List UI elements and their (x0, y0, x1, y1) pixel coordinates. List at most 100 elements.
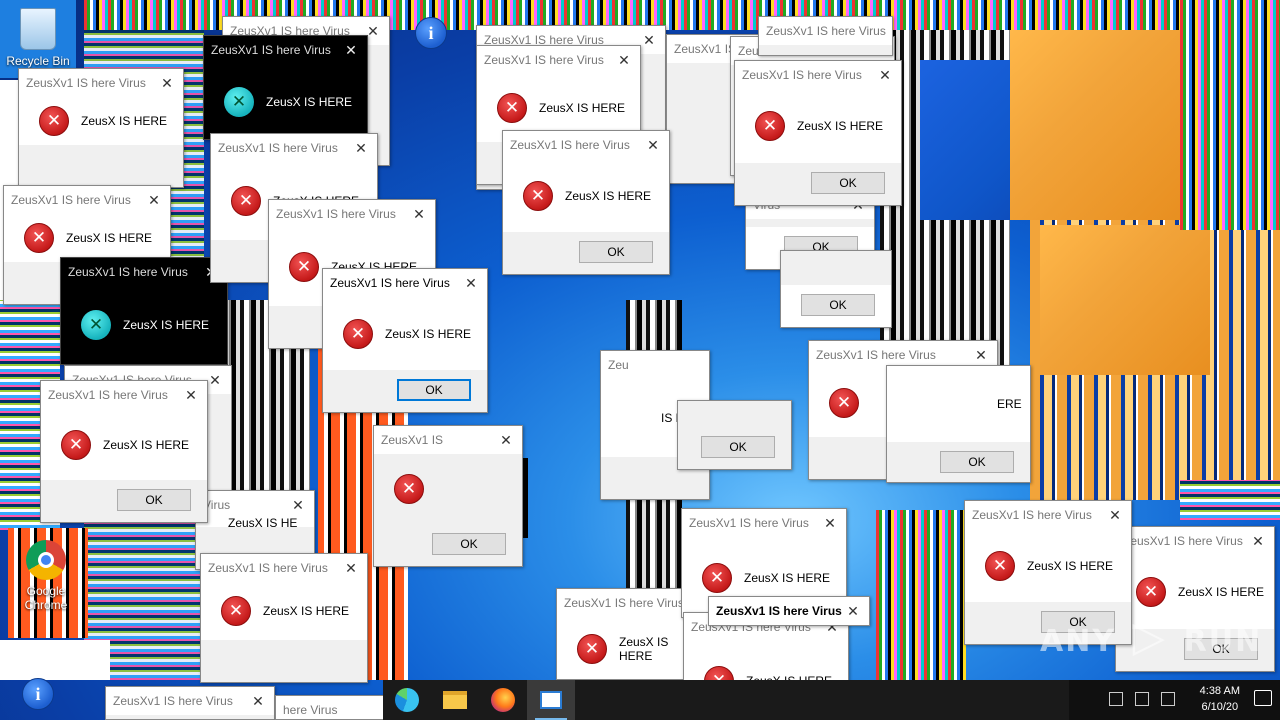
taskbar (383, 680, 1069, 720)
dialog-message: ZeusX IS HERE (66, 231, 153, 245)
error-icon: ✕ (755, 111, 785, 141)
dialog-message: ZeusX IS HERE (797, 119, 884, 133)
error-icon: ✕ (343, 318, 373, 349)
dialog-title: ZeusXv1 IS here Virus (742, 68, 862, 82)
close-icon[interactable]: ✕ (151, 69, 183, 97)
close-icon[interactable]: ✕ (282, 491, 314, 519)
close-icon[interactable]: ✕ (335, 554, 367, 582)
dialog-message: ZeusX IS HERE (123, 318, 210, 332)
close-icon[interactable]: ✕ (869, 61, 901, 89)
taskbar-file-explorer-button[interactable] (431, 680, 479, 720)
close-icon[interactable]: ✕ (455, 269, 487, 297)
dialog-message: ZeusX IS HERE (1178, 585, 1265, 599)
dialog-title: ZeusXv1 IS here Virus (48, 388, 168, 402)
error-icon: ✕ (577, 634, 607, 664)
error-icon: ✕ (829, 388, 859, 418)
ok-button[interactable]: OK (432, 533, 506, 555)
error-icon: ✕ (224, 86, 254, 117)
battery-icon[interactable] (1161, 692, 1175, 706)
error-icon: ✕ (523, 180, 553, 211)
glitch-artifact (1040, 225, 1210, 375)
dialog-title: ZeusXv1 IS here Virus (689, 516, 809, 530)
volume-icon[interactable] (1135, 692, 1149, 706)
close-icon[interactable]: ✕ (242, 687, 274, 715)
virus-dialog-glitched: ZeusXv1 IS here Virus✕ ✕ZeusX IS HERE (60, 257, 228, 365)
virus-dialog: ZeusXv1 IS here Virus ✕ ZeusX IS HERE (556, 588, 686, 680)
notification-icon[interactable] (1254, 690, 1272, 706)
dialog-title: ZeusXv1 IS (381, 433, 444, 447)
ok-button[interactable]: OK (940, 451, 1014, 473)
close-icon[interactable]: ✕ (814, 509, 846, 537)
network-icon[interactable] (1109, 692, 1123, 706)
dialog-title: ZeusXv1 IS here Virus (11, 193, 131, 207)
info-icon: i (22, 678, 54, 710)
error-icon: ✕ (39, 106, 69, 136)
dialog-title: Zeu (608, 358, 629, 372)
virus-dialog: OK (780, 250, 892, 328)
error-icon: ✕ (702, 563, 732, 593)
dialog-message: ZeusX IS HERE (385, 326, 472, 341)
close-icon[interactable]: ✕ (637, 131, 669, 159)
dialog-title: ZeusXv1 IS here Virus (330, 276, 450, 290)
clock-date: 6/10/20 (1201, 701, 1239, 713)
close-icon[interactable]: ✕ (345, 134, 377, 162)
dialog-title: ZeusXv1 IS here Virus (484, 53, 604, 67)
active-window-icon (540, 691, 562, 709)
dialog-title: ZeusXv1 IS here Virus (68, 265, 188, 279)
desktop-icon-recycle-bin[interactable]: Recycle Bin (0, 0, 76, 78)
ok-button[interactable]: OK (801, 294, 875, 316)
dialog-message: ZeusX IS HERE (1027, 558, 1114, 573)
dialog-message: ZeusX IS HERE (263, 604, 350, 618)
close-icon[interactable]: ✕ (490, 426, 522, 454)
clock[interactable]: 4:38 AM 6/10/20 (1200, 683, 1240, 715)
dialog-message: ZeusX IS HERE (103, 437, 190, 452)
ok-button[interactable]: OK (397, 379, 471, 401)
close-icon[interactable]: ✕ (138, 186, 170, 214)
close-icon[interactable]: ✕ (837, 597, 869, 625)
taskbar-firefox-button[interactable] (479, 680, 527, 720)
dialog-title: ZeusXv1 IS here Virus (716, 604, 842, 618)
close-icon[interactable]: ✕ (1242, 527, 1274, 555)
close-icon[interactable]: ✕ (335, 36, 367, 64)
ok-button[interactable]: OK (117, 489, 191, 511)
dialog-message: ZeusX IS HERE (619, 635, 669, 663)
dialog-title: ZeusXv1 IS here Virus (766, 24, 886, 38)
error-icon: ✕ (394, 474, 424, 504)
taskbar-edge-button[interactable] (383, 680, 431, 720)
dialog-title: ZeusXv1 IS here Virus (816, 348, 936, 362)
virus-dialog-active: ZeusXv1 IS here Virus ✕ ✕ ZeusX IS HERE OK (322, 268, 488, 413)
desktop-icon-label: Recycle Bin (6, 54, 70, 68)
ok-button[interactable]: OK (579, 241, 653, 263)
error-icon: ✕ (24, 223, 54, 253)
virus-dialog: ZeusXv1 IS here Virus ✕ ✕ ZeusX IS HERE OK (502, 130, 670, 275)
edge-icon (395, 688, 419, 712)
virus-dialog-glitched: ZeusXv1 IS here Virus✕ ✕ZeusX IS HERE (203, 35, 368, 140)
close-icon[interactable]: ✕ (175, 381, 207, 409)
virus-dialog: ZeusXv1 IS here Virus ✕ ✕ ZeusX IS HERE OK (40, 380, 208, 523)
close-icon[interactable]: ✕ (1099, 501, 1131, 529)
info-icon: i (415, 17, 447, 49)
dialog-message: ZeusX IS HERE (266, 94, 353, 109)
file-explorer-icon (443, 691, 467, 709)
dialog-title: ZeusXv1 IS here Virus (564, 596, 684, 610)
desktop-icon-label: Google Chrome (24, 584, 68, 612)
virus-dialog: ZeusXv1 IS ✕ ✕ OK (373, 425, 523, 567)
error-icon: ✕ (231, 186, 261, 216)
ok-button[interactable]: OK (701, 436, 775, 458)
close-icon[interactable]: ✕ (608, 46, 640, 74)
ok-button[interactable]: OK (811, 172, 885, 194)
error-icon: ✕ (289, 252, 319, 282)
dialog-title: ZeusXv1 IS here Virus (26, 76, 146, 90)
virus-dialog: ZeusXv1 IS here Virus ✕ ✕ ZeusX IS HERE (200, 553, 368, 683)
firefox-icon (491, 688, 515, 712)
dialog-title: ZeusXv1 IS here Virus (1123, 534, 1243, 548)
desktop-icon-google-chrome[interactable]: Google Chrome (8, 530, 84, 612)
dialog-message: ZeusX IS HERE (744, 571, 831, 585)
anyrun-watermark: ANY ▷ RUN (1040, 612, 1263, 661)
taskbar-active-window-button[interactable] (527, 680, 575, 720)
dialog-title: ZeusXv1 IS here Virus (113, 694, 233, 708)
dialog-message: ZeusX IS HERE (81, 114, 168, 128)
virus-dialog-active: ZeusXv1 IS here Virus ✕ (708, 596, 870, 626)
dialog-title: ZeusXv1 IS here Virus (218, 141, 338, 155)
close-icon[interactable]: ✕ (403, 200, 435, 228)
